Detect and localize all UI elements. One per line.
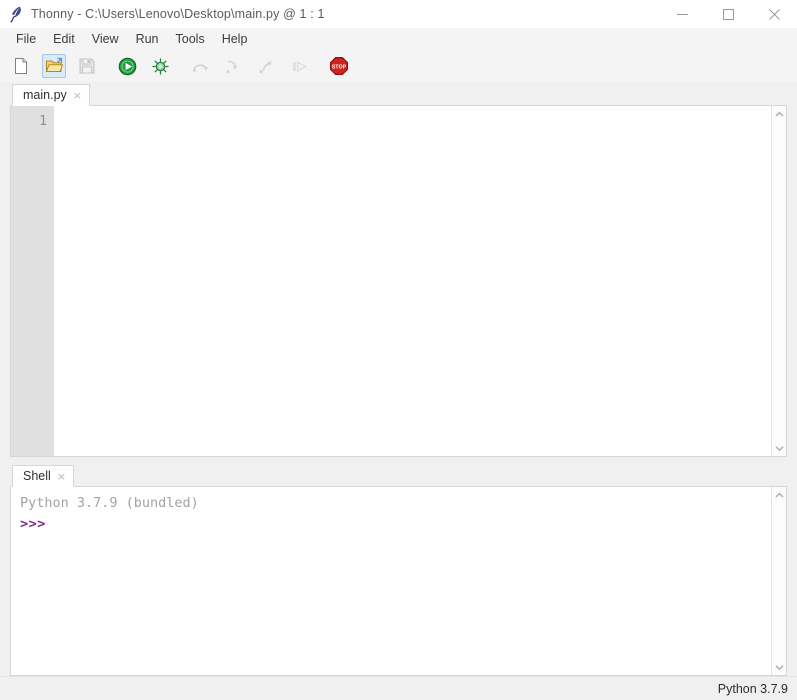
thonny-window: Thonny - C:\Users\Lenovo\Desktop\main.py… (0, 0, 797, 700)
shell-vertical-scrollbar[interactable] (771, 487, 786, 675)
shell-output-area[interactable]: Python 3.7.9 (bundled) >>> (11, 487, 771, 675)
run-button[interactable] (115, 54, 139, 78)
resume-button[interactable] (287, 54, 311, 78)
editor-scroll-track[interactable] (771, 122, 786, 440)
editor-vertical-scrollbar[interactable] (771, 106, 786, 456)
step-over-button[interactable] (188, 54, 212, 78)
shell-tab-label: Shell (23, 469, 51, 483)
step-out-button[interactable] (254, 54, 278, 78)
menu-item-edit[interactable]: Edit (45, 30, 84, 49)
menu-item-tools[interactable]: Tools (168, 30, 214, 49)
debug-button[interactable] (148, 54, 172, 78)
menubar: File Edit View Run Tools Help (0, 28, 797, 50)
menu-item-file[interactable]: File (8, 30, 45, 49)
window-title: Thonny - C:\Users\Lenovo\Desktop\main.py… (31, 7, 325, 21)
feather-quill-icon (7, 5, 23, 23)
debug-bug-icon (151, 57, 170, 76)
shell-tabstrip: Shell × (10, 463, 787, 487)
open-folder-icon (45, 57, 63, 75)
minimize-button[interactable] (659, 0, 705, 28)
window-controls (659, 0, 797, 28)
menu-item-help[interactable]: Help (214, 30, 257, 49)
shell-scroll-track[interactable] (771, 503, 786, 659)
step-over-icon (191, 57, 210, 76)
titlebar-left: Thonny - C:\Users\Lenovo\Desktop\main.py… (0, 5, 325, 23)
shell-scroll-down-button[interactable] (772, 659, 787, 675)
code-text-surface[interactable] (54, 106, 771, 456)
down-chevron-icon (774, 439, 784, 456)
step-out-icon (257, 57, 276, 76)
editor-tab-label: main.py (23, 88, 67, 102)
up-chevron-icon (774, 487, 784, 504)
editor-scroll-down-button[interactable] (772, 440, 787, 456)
new-file-icon (12, 57, 30, 75)
maximize-icon (722, 8, 734, 20)
step-into-icon (224, 57, 243, 76)
editor-pane: main.py × 1 (0, 82, 797, 457)
shell-scroll-up-button[interactable] (772, 487, 787, 503)
interpreter-status[interactable]: Python 3.7.9 (718, 682, 788, 696)
new-file-button[interactable] (9, 54, 33, 78)
toolbar: STOP (0, 50, 797, 82)
save-file-button[interactable] (75, 54, 99, 78)
menu-item-run[interactable]: Run (128, 30, 168, 49)
editor-scroll-up-button[interactable] (772, 106, 787, 122)
editor-tab-close-icon[interactable]: × (73, 90, 82, 101)
down-chevron-icon (774, 658, 784, 675)
close-button[interactable] (751, 0, 797, 28)
stop-sign-icon: STOP (329, 56, 349, 76)
shell-pane: Shell × Python 3.7.9 (bundled) >>> (0, 457, 797, 676)
stop-button[interactable]: STOP (327, 54, 351, 78)
open-file-button[interactable] (42, 54, 66, 78)
shell-prompt-line: >>> (20, 516, 46, 532)
line-number: 1 (39, 114, 47, 129)
resume-icon (290, 57, 309, 76)
shell-console[interactable]: Python 3.7.9 (bundled) >>> (10, 487, 787, 676)
save-disk-icon (78, 57, 96, 75)
statusbar: Python 3.7.9 (0, 676, 797, 700)
shell-tab[interactable]: Shell × (12, 465, 75, 487)
run-play-icon (118, 57, 137, 76)
code-editor[interactable]: 1 (10, 106, 787, 457)
titlebar: Thonny - C:\Users\Lenovo\Desktop\main.py… (0, 0, 797, 28)
close-icon (768, 8, 780, 20)
editor-tab-main-py[interactable]: main.py × (12, 84, 90, 106)
editor-tabstrip: main.py × (10, 82, 787, 106)
svg-text:STOP: STOP (332, 65, 347, 71)
line-number-gutter: 1 (11, 106, 54, 456)
maximize-button[interactable] (705, 0, 751, 28)
shell-tab-close-icon[interactable]: × (57, 471, 66, 482)
minimize-icon (676, 9, 688, 20)
shell-banner-line: Python 3.7.9 (bundled) (20, 495, 199, 511)
up-chevron-icon (774, 106, 784, 123)
step-into-button[interactable] (221, 54, 245, 78)
menu-item-view[interactable]: View (84, 30, 128, 49)
